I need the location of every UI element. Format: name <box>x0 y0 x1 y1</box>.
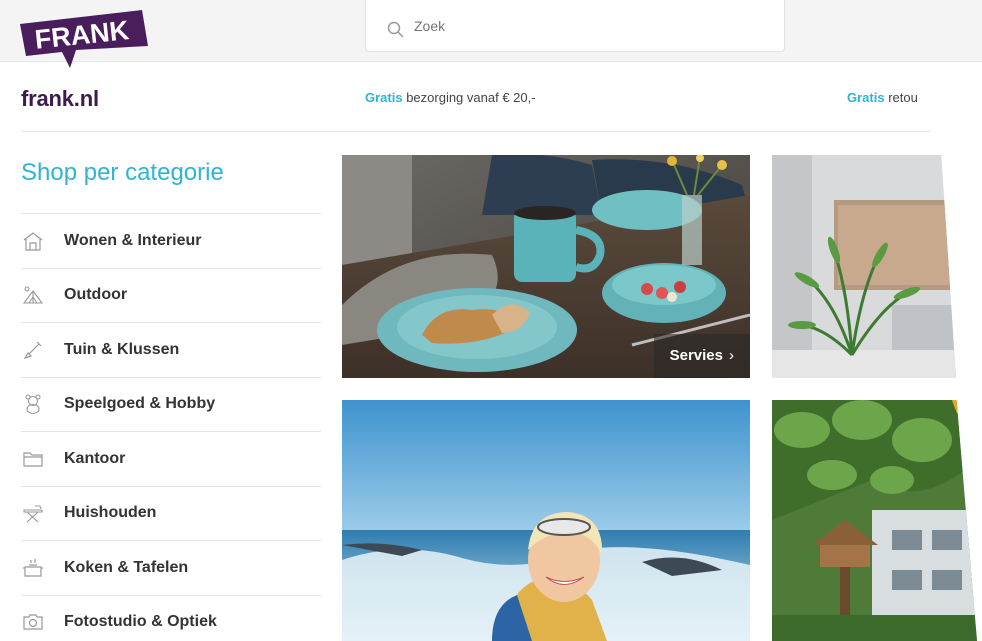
top-header: FRANK <box>0 0 982 68</box>
usp-text: retou <box>884 90 918 105</box>
search-icon[interactable] <box>386 20 406 40</box>
sidebar-item-tuin-klussen[interactable]: Tuin & Klussen <box>21 323 321 378</box>
usp-free-delivery: Gratis bezorging vanaf € 20,- <box>365 90 536 105</box>
brand-row: frank.nl Gratis bezorging vanaf € 20,- G… <box>21 62 931 132</box>
sidebar-item-label: Outdoor <box>64 286 128 304</box>
sidebar-item-fotostudio-optiek[interactable]: Fotostudio & Optiek <box>21 596 321 641</box>
garden-birdhouse-photo <box>772 400 977 641</box>
interior-plant-photo <box>772 155 956 378</box>
sidebar-title: Shop per categorie <box>21 155 321 214</box>
sidebar-item-speelgoed-hobby[interactable]: Speelgoed & Hobby <box>21 378 321 432</box>
search-input[interactable] <box>414 14 714 38</box>
tile-label-servies[interactable]: Servies › <box>653 334 750 378</box>
sidebar-item-label: Fotostudio & Optiek <box>64 613 217 631</box>
sidebar-item-label: Wonen & Interieur <box>64 231 202 249</box>
sidebar-item-label: Koken & Tafelen <box>64 558 189 576</box>
category-sidebar: Shop per categorie Wonen & Interieur Out… <box>21 155 321 641</box>
category-tile-interior[interactable] <box>772 155 956 378</box>
sidebar-item-outdoor[interactable]: Outdoor <box>21 269 321 323</box>
sidebar-item-label: Huishouden <box>64 504 157 522</box>
tile-label-text: Servies <box>669 347 723 364</box>
frank-logo[interactable]: FRANK <box>20 10 150 68</box>
sidebar-item-huishouden[interactable]: Huishouden <box>21 487 321 541</box>
sidebar-item-wonen-interieur[interactable]: Wonen & Interieur <box>21 214 321 269</box>
usp-highlight: Gratis <box>365 90 403 105</box>
usp-free-returns: Gratis retou <box>847 90 931 105</box>
tent-icon <box>21 283 45 307</box>
site-name[interactable]: frank.nl <box>21 86 99 112</box>
category-tile-beach[interactable] <box>342 400 750 641</box>
camera-icon <box>21 610 45 634</box>
sidebar-item-label: Kantoor <box>64 449 126 467</box>
folder-icon <box>21 447 45 471</box>
sidebar-item-label: Speelgoed & Hobby <box>64 395 216 413</box>
category-tile-garden[interactable] <box>772 400 977 641</box>
sidebar-item-kantoor[interactable]: Kantoor <box>21 432 321 487</box>
search-box <box>365 0 785 52</box>
sidebar-item-label: Tuin & Klussen <box>64 340 180 358</box>
cooking-pot-icon <box>21 556 45 580</box>
sidebar-item-koken-tafelen[interactable]: Koken & Tafelen <box>21 541 321 596</box>
usp-highlight: Gratis <box>847 90 885 105</box>
house-icon <box>21 229 45 253</box>
teddy-bear-icon <box>21 392 45 416</box>
shovel-icon <box>21 338 45 362</box>
chevron-right-icon: › <box>729 347 734 364</box>
beach-woman-photo <box>342 400 750 641</box>
category-tile-servies[interactable]: Servies › <box>342 155 750 378</box>
usp-text: bezorging vanaf € 20,- <box>402 90 536 105</box>
ironing-board-icon <box>21 501 45 525</box>
